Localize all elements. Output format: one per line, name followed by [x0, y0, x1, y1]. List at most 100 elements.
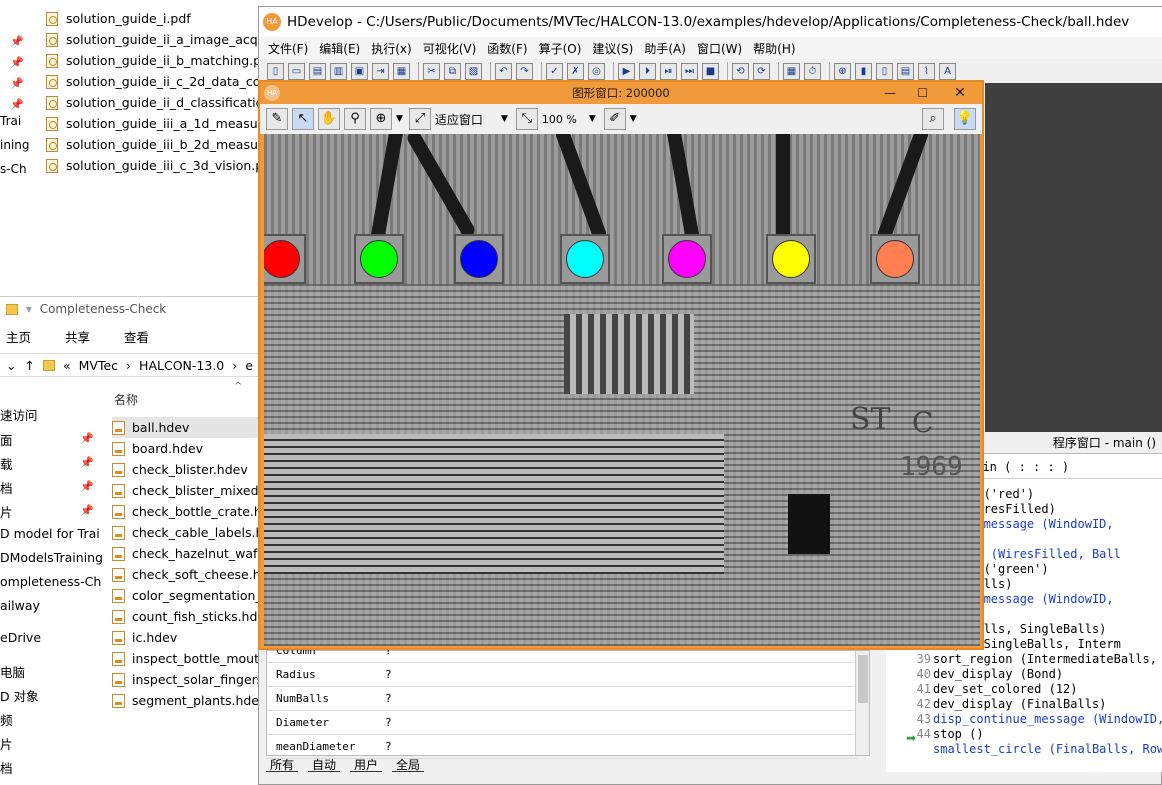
- file-item[interactable]: board.hdev: [112, 438, 260, 459]
- undo-icon[interactable]: ↶: [495, 62, 512, 80]
- menu-item[interactable]: 函数(F): [487, 40, 527, 57]
- code-line[interactable]: 41 dev_set_colored (12): [893, 682, 1078, 697]
- file-item[interactable]: color_segmentation_p: [112, 585, 260, 606]
- tab-auto[interactable]: 自动: [308, 756, 341, 772]
- file-item[interactable]: check_blister.hdev: [112, 459, 260, 480]
- chevron-down-icon[interactable]: ⌄: [6, 358, 16, 373]
- code-line[interactable]: 42 dev_display (FinalBalls): [893, 697, 1107, 712]
- save-icon[interactable]: ▣: [351, 62, 368, 80]
- pin-icon[interactable]: 📌: [80, 432, 94, 445]
- file-item[interactable]: ic.hdev: [112, 627, 260, 648]
- reset-icon[interactable]: ⟲: [732, 62, 749, 80]
- zoom-image-icon[interactable]: ⊕: [834, 62, 851, 80]
- pin-icon[interactable]: 📌: [10, 35, 24, 48]
- deactivate-icon[interactable]: ✗: [567, 62, 584, 80]
- chart-icon[interactable]: ⌇: [918, 62, 935, 80]
- nav-item[interactable]: 频: [0, 710, 13, 729]
- line-profile-icon[interactable]: ▯: [876, 62, 893, 80]
- file-item[interactable]: ball.hdev: [112, 417, 260, 438]
- zoom-in-icon[interactable]: ⊕: [370, 108, 392, 130]
- nav-item[interactable]: 档: [0, 758, 13, 777]
- new-file-icon[interactable]: ▯: [267, 62, 284, 80]
- pointer-icon[interactable]: ↖: [292, 108, 314, 130]
- column-header-name[interactable]: 名称: [114, 391, 138, 408]
- step-over-icon[interactable]: ⏵: [639, 62, 656, 80]
- pin-icon[interactable]: 📌: [80, 504, 94, 517]
- pin-icon[interactable]: 📌: [80, 480, 94, 493]
- variable-row[interactable]: NumBalls?: [267, 687, 857, 711]
- menu-item[interactable]: 可视化(V): [423, 40, 477, 57]
- pdf-file-item[interactable]: solution_guide_iii_c_3d_vision.pdf: [46, 155, 276, 176]
- hand-icon[interactable]: ✋: [318, 108, 340, 130]
- nav-item[interactable]: 档: [0, 478, 13, 497]
- nav-item[interactable]: 面: [0, 430, 13, 449]
- zoom-percent-icon[interactable]: ⤡: [515, 108, 538, 130]
- file-item[interactable]: check_blister_mixed.h: [112, 480, 260, 501]
- chevron-down-icon[interactable]: ▼: [501, 114, 508, 124]
- step-into-icon[interactable]: ⏯: [660, 62, 677, 80]
- pin-icon[interactable]: 📌: [10, 98, 24, 111]
- nav-item[interactable]: D 对象: [0, 686, 39, 705]
- cut-icon[interactable]: ✂: [423, 62, 440, 80]
- ribbon-home[interactable]: 主页: [6, 330, 31, 345]
- fit-window-label[interactable]: 适应窗口: [435, 111, 483, 128]
- address-bar[interactable]: ⌄ ↑ « MVTec › HALCON-13.0 › e: [0, 353, 262, 377]
- redo-icon[interactable]: ↷: [516, 62, 533, 80]
- close-icon[interactable]: ✕: [938, 82, 982, 104]
- ribbon-view[interactable]: 查看: [124, 330, 149, 345]
- code-line[interactable]: 43 disp_continue_message (WindowID,: [893, 712, 1162, 727]
- activate-icon[interactable]: ✓: [546, 62, 563, 80]
- file-item[interactable]: count_fish_sticks.hdev: [112, 606, 260, 627]
- minimize-icon[interactable]: —: [884, 86, 896, 100]
- edit-icon[interactable]: ✎: [266, 108, 288, 130]
- variable-row[interactable]: Diameter?: [267, 711, 857, 735]
- nav-item[interactable]: ailway: [0, 598, 40, 613]
- file-item[interactable]: check_soft_cheese.hd: [112, 564, 260, 585]
- print-icon[interactable]: ▥: [330, 62, 347, 80]
- tab-global[interactable]: 全局: [392, 756, 425, 772]
- stop-icon[interactable]: ■: [702, 62, 719, 80]
- zoom-level[interactable]: 100 %: [542, 113, 577, 126]
- menu-item[interactable]: 编辑(E): [319, 40, 360, 57]
- open-file-icon[interactable]: ▭: [288, 62, 305, 80]
- nav-item[interactable]: 电脑: [0, 662, 25, 681]
- menu-item[interactable]: 帮助(H): [753, 40, 795, 57]
- run-icon[interactable]: ▶: [618, 62, 635, 80]
- pdf-file-item[interactable]: solution_guide_ii_d_classification.p: [46, 92, 283, 113]
- file-item[interactable]: segment_plants.hdev: [112, 690, 260, 711]
- fit-window-icon[interactable]: ⤢: [408, 108, 431, 130]
- file-item[interactable]: check_cable_labels.ho: [112, 522, 260, 543]
- nav-item[interactable]: D model for Trai: [0, 526, 100, 541]
- color-pen-icon[interactable]: ✐: [603, 108, 626, 130]
- variable-row[interactable]: Radius?: [267, 663, 857, 687]
- pdf-file-item[interactable]: solution_guide_ii_c_2d_data_code: [46, 71, 276, 92]
- menu-item[interactable]: 执行(x): [371, 40, 411, 57]
- feature-inspection-icon[interactable]: ▤: [897, 62, 914, 80]
- pdf-file-item[interactable]: solution_guide_ii_a_image_acquisi: [46, 29, 279, 50]
- reset-all-icon[interactable]: ⟳: [753, 62, 770, 80]
- nav-item[interactable]: 载: [0, 454, 13, 473]
- menu-item[interactable]: 窗口(W): [697, 40, 742, 57]
- nav-item[interactable]: 速访问: [0, 405, 38, 424]
- menu-item[interactable]: 文件(F): [268, 40, 308, 57]
- path-5[interactable]: e: [245, 358, 253, 373]
- histogram-icon[interactable]: ▮: [855, 62, 872, 80]
- maximize-icon[interactable]: ☐: [917, 86, 928, 100]
- pdf-file-item[interactable]: solution_guide_i.pdf: [46, 8, 191, 29]
- chevron-down-icon[interactable]: ▼: [589, 114, 596, 124]
- paste-icon[interactable]: ▧: [465, 62, 482, 80]
- menu-item[interactable]: 助手(A): [644, 40, 686, 57]
- menu-item[interactable]: 建议(S): [592, 40, 633, 57]
- chevron-down-icon[interactable]: ▼: [630, 114, 637, 124]
- profiler-icon[interactable]: ⏱: [804, 62, 821, 80]
- open-folder-icon[interactable]: ▤: [309, 62, 326, 80]
- file-item[interactable]: inspect_solar_fingers.: [112, 669, 260, 690]
- step-out-icon[interactable]: ⏭: [681, 62, 698, 80]
- nav-item[interactable]: 片: [0, 734, 13, 753]
- inspect-icon[interactable]: ▦: [783, 62, 800, 80]
- export-icon[interactable]: ⇥: [372, 62, 389, 80]
- menu-item[interactable]: 算子(O): [539, 40, 582, 57]
- pdf-file-item[interactable]: solution_guide_iii_a_1d_measuring: [46, 113, 282, 134]
- nav-item[interactable]: eDrive: [0, 630, 41, 645]
- copy-icon[interactable]: ⧉: [444, 62, 461, 80]
